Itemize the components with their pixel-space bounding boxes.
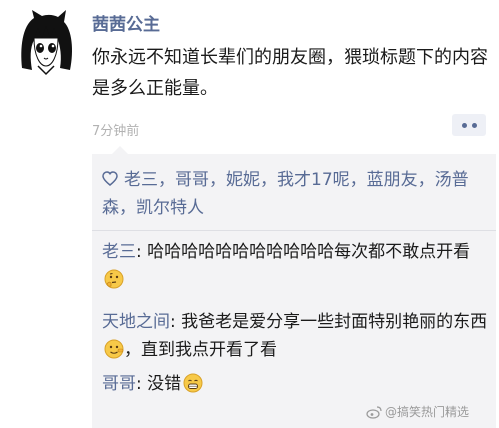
comment-author[interactable]: 哥哥 [102, 374, 136, 394]
comment-author[interactable]: 老三 [102, 242, 136, 262]
grinning-face-icon [183, 373, 203, 393]
thinking-face-icon [104, 269, 124, 289]
more-dot-icon [461, 122, 467, 128]
avatar[interactable] [12, 8, 80, 76]
post-author-name[interactable]: 茜茜公主 [92, 10, 160, 35]
watermark-text: @搞笑热门精选 [385, 405, 470, 419]
divider [92, 230, 496, 231]
panel-caret [112, 146, 128, 154]
comment-separator: : [136, 242, 148, 262]
comment-separator: : [170, 312, 182, 332]
comment-item[interactable]: 天地之间: 我爸老是爱分享一些封面特别艳丽的东西 ，直到我点开看了看 [102, 308, 492, 364]
post-text: 你永远不知道长辈们的朋友圈，猥琐标题下的内容是多么正能量。 [92, 47, 488, 99]
comment-item[interactable]: 老三: 哈哈哈哈哈哈哈哈哈哈哈每次都不敢点开看 [102, 238, 492, 294]
comment-like-menu-button[interactable] [452, 114, 486, 136]
weibo-logo-icon [366, 405, 382, 419]
interaction-panel: 老三，哥哥，妮妮，我才17呢，蓝朋友，汤普森，凯尔特人 老三: 哈哈哈哈哈哈哈哈… [92, 154, 496, 428]
comment-text: 没错 [147, 374, 182, 394]
avatar-image [12, 8, 80, 76]
likes-row: 老三，哥哥，妮妮，我才17呢，蓝朋友，汤普森，凯尔特人 [102, 166, 482, 222]
watermark: @搞笑热门精选 [366, 403, 469, 420]
comment-text-after: ，直到我点开看了看 [124, 340, 277, 360]
more-dot-icon [471, 122, 477, 128]
comment-item[interactable]: 哥哥: 没错 [102, 370, 492, 398]
lying-face-icon [104, 339, 124, 359]
post-timestamp: 7分钟前 [92, 124, 140, 139]
comment-separator: : [136, 374, 148, 394]
comment-text: 哈哈哈哈哈哈哈哈哈哈哈每次都不敢点开看 [147, 242, 471, 262]
likes-names[interactable]: 老三，哥哥，妮妮，我才17呢，蓝朋友，汤普森，凯尔特人 [102, 170, 469, 218]
heart-icon [102, 171, 118, 186]
comment-text: 我爸老是爱分享一些封面特别艳丽的东西 [181, 312, 488, 332]
comment-author[interactable]: 天地之间 [102, 312, 170, 332]
